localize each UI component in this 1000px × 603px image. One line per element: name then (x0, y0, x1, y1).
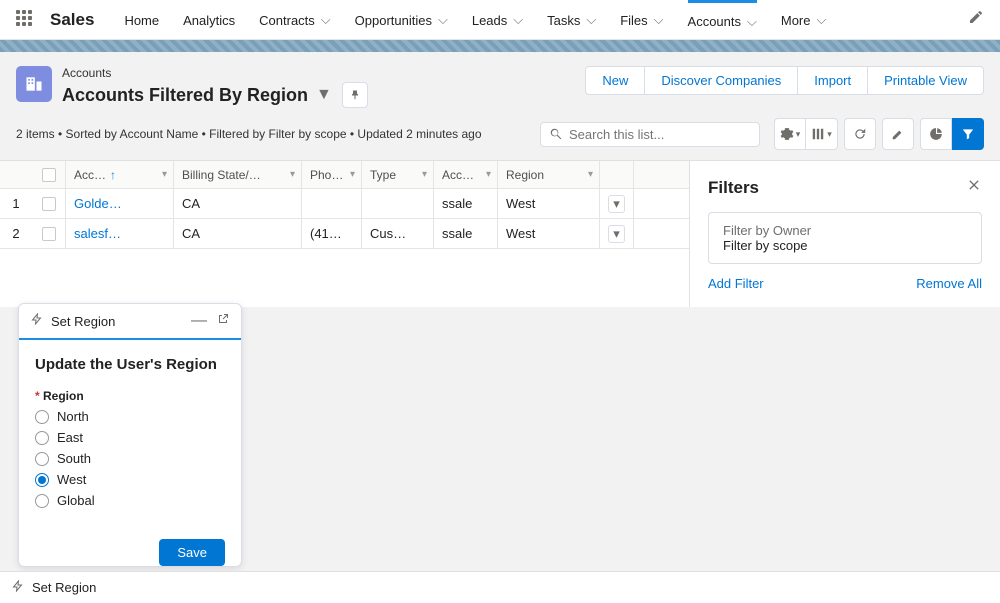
col-account-name[interactable]: Acc…↑▾ (66, 161, 174, 188)
utility-bar[interactable]: Set Region (0, 571, 1000, 603)
filter-scope-value: Filter by scope (723, 238, 967, 253)
radio-west[interactable]: West (35, 472, 225, 487)
nav-opportunities[interactable]: Opportunities⌵ (355, 0, 448, 40)
refresh-button[interactable] (844, 118, 876, 150)
search-list[interactable] (540, 122, 760, 147)
utility-title: Set Region (51, 314, 181, 329)
new-button[interactable]: New (585, 66, 645, 95)
table-row: 2 salesf… CA (41… Cus… ssale West ▾ (0, 219, 689, 249)
radio-south[interactable]: South (35, 451, 225, 466)
table-row: 1 Golde… CA ssale West ▾ (0, 189, 689, 219)
chevron-down-icon[interactable]: ▾ (588, 169, 593, 180)
chevron-down-icon[interactable]: ▾ (290, 169, 295, 180)
utility-bar-label: Set Region (32, 580, 96, 595)
utility-panel: Set Region — Update the User's Region * … (18, 303, 242, 567)
lightning-icon (12, 580, 24, 595)
list-view-dropdown-icon[interactable]: ▼ (316, 86, 332, 104)
display-button[interactable]: ▾ (806, 118, 838, 150)
chevron-down-icon[interactable]: ⌵ (321, 12, 331, 28)
list-view-title[interactable]: Accounts Filtered By Region (62, 85, 308, 106)
pin-button[interactable] (342, 82, 368, 108)
top-nav: Sales Home Analytics Contracts⌵ Opportuniti… (0, 0, 1000, 40)
account-link: salesf… (74, 226, 121, 241)
chevron-down-icon[interactable]: ⌵ (747, 14, 757, 30)
popout-icon[interactable] (217, 312, 229, 330)
nav-tasks[interactable]: Tasks⌵ (547, 0, 596, 40)
account-link: Golde… (74, 196, 122, 211)
import-button[interactable]: Import (798, 66, 868, 95)
save-button[interactable]: Save (159, 539, 225, 566)
discover-companies-button[interactable]: Discover Companies (645, 66, 798, 95)
app-brand: Sales (50, 10, 94, 30)
nav-accounts[interactable]: Accounts⌵ (688, 0, 757, 40)
lightning-icon (31, 312, 43, 330)
pattern-strip (0, 40, 1000, 52)
list-info: 2 items • Sorted by Account Name • Filte… (16, 127, 482, 141)
radio-east[interactable]: East (35, 430, 225, 445)
nav-contracts[interactable]: Contracts⌵ (259, 0, 331, 40)
add-filter-link[interactable]: Add Filter (708, 276, 764, 291)
chevron-down-icon[interactable]: ⌵ (513, 12, 523, 28)
search-input[interactable] (569, 127, 751, 142)
nav-files[interactable]: Files⌵ (620, 0, 663, 40)
col-billing-state[interactable]: Billing State/…▾ (174, 161, 302, 188)
chevron-down-icon[interactable]: ▾ (350, 169, 355, 180)
chevron-down-icon[interactable]: ⌵ (586, 12, 596, 28)
chevron-down-icon[interactable]: ⌵ (654, 12, 664, 28)
edit-nav-icon[interactable] (968, 9, 984, 30)
printable-view-button[interactable]: Printable View (868, 66, 984, 95)
filters-title: Filters (708, 178, 966, 198)
nav-more[interactable]: More⌵ (781, 0, 826, 40)
data-table: Acc…↑▾ Billing State/…▾ Pho…▾ Type▾ Acc…… (0, 161, 690, 307)
col-region[interactable]: Region▾ (498, 161, 600, 188)
col-acc[interactable]: Acc…▾ (434, 161, 498, 188)
chevron-down-icon[interactable]: ▾ (422, 169, 427, 180)
settings-button[interactable]: ▾ (774, 118, 806, 150)
col-phone[interactable]: Pho…▾ (302, 161, 362, 188)
nav-analytics[interactable]: Analytics (183, 0, 235, 40)
minimize-icon[interactable]: — (191, 312, 207, 330)
col-type[interactable]: Type▾ (362, 161, 434, 188)
filter-owner-label: Filter by Owner (723, 223, 967, 238)
nav-home[interactable]: Home (124, 0, 159, 40)
radio-icon (35, 494, 49, 508)
utility-heading: Update the User's Region (35, 356, 225, 373)
app-launcher-icon[interactable] (16, 10, 36, 30)
radio-icon (35, 452, 49, 466)
close-icon[interactable] (966, 177, 982, 198)
filters-panel: Filters Filter by Owner Filter by scope … (690, 161, 1000, 307)
radio-icon (35, 473, 49, 487)
region-field-label: * Region (35, 389, 225, 403)
radio-icon (35, 410, 49, 424)
filter-owner-card[interactable]: Filter by Owner Filter by scope (708, 212, 982, 264)
table-header: Acc…↑▾ Billing State/…▾ Pho…▾ Type▾ Acc…… (0, 161, 689, 189)
search-icon (549, 127, 563, 141)
chevron-down-icon[interactable]: ▾ (162, 169, 167, 180)
sort-asc-icon: ↑ (110, 168, 116, 182)
radio-icon (35, 431, 49, 445)
chevron-down-icon[interactable]: ⌵ (817, 12, 827, 28)
row-menu-button[interactable]: ▾ (608, 195, 625, 213)
nav-leads[interactable]: Leads⌵ (472, 0, 523, 40)
chevron-down-icon[interactable]: ⌵ (438, 12, 448, 28)
select-all-checkbox[interactable] (42, 168, 56, 182)
page-header: Accounts Accounts Filtered By Region ▼ N… (0, 52, 1000, 161)
object-crumb: Accounts (62, 66, 585, 80)
chevron-down-icon[interactable]: ▾ (486, 169, 491, 180)
chart-button[interactable] (920, 118, 952, 150)
radio-north[interactable]: North (35, 409, 225, 424)
radio-global[interactable]: Global (35, 493, 225, 508)
row-menu-button[interactable]: ▾ (608, 225, 625, 243)
account-object-icon (16, 66, 52, 102)
table-wrap: Acc…↑▾ Billing State/…▾ Pho…▾ Type▾ Acc…… (0, 161, 1000, 307)
remove-all-link[interactable]: Remove All (916, 276, 982, 291)
filter-button[interactable] (952, 118, 984, 150)
row-checkbox[interactable] (42, 227, 56, 241)
inline-edit-button[interactable] (882, 118, 914, 150)
row-checkbox[interactable] (42, 197, 56, 211)
